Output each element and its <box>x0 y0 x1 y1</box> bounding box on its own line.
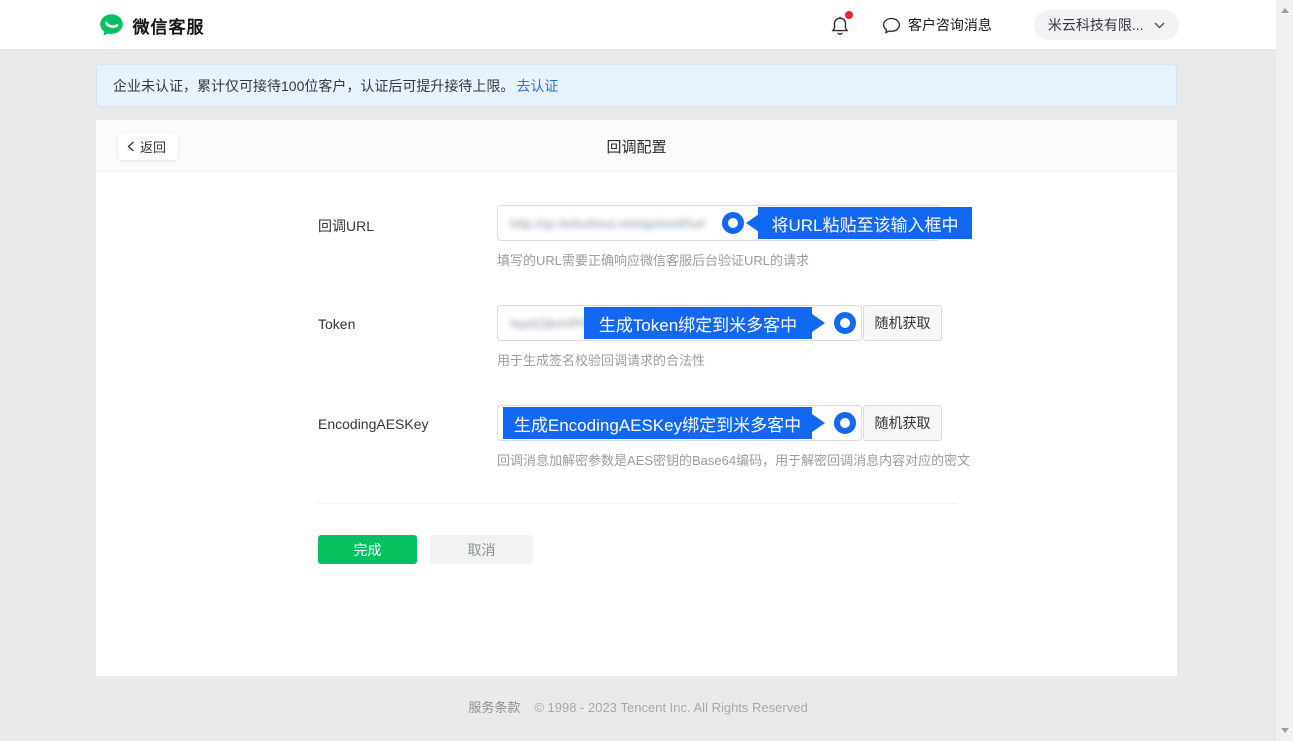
annotation-marker-icon <box>834 312 856 334</box>
go-verify-link[interactable]: 去认证 <box>516 76 558 96</box>
form-divider <box>318 503 957 504</box>
app-title: 微信客服 <box>133 13 205 38</box>
token-annotation-callout: 生成Token绑定到米多客中 <box>584 307 812 339</box>
back-label: 返回 <box>140 137 166 156</box>
chevron-down-icon <box>1154 22 1165 29</box>
verification-alert-banner: 企业未认证，累计仅可接待100位客户，认证后可提升接待上限。 去认证 <box>96 64 1177 107</box>
url-annotation-callout: 将URL粘贴至该输入框中 <box>758 207 972 239</box>
notification-bell-button[interactable] <box>829 13 851 37</box>
callback-url-help: 填写的URL需要正确响应微信客服后台验证URL的请求 <box>497 250 809 269</box>
token-random-button[interactable]: 随机获取 <box>863 305 942 341</box>
callback-config-panel: 返回 回调配置 回调URL http://qz.kefuzkeui.net/ap… <box>96 120 1177 676</box>
alert-text: 企业未认证，累计仅可接待100位客户，认证后可提升接待上限。 <box>113 76 514 96</box>
callback-url-value-blurred: http://qz.kefuzkeui.net/api/wxkf/url <box>510 216 705 231</box>
aeskey-label: EncodingAESKey <box>318 416 429 432</box>
back-button[interactable]: 返回 <box>118 133 178 160</box>
aeskey-random-button[interactable]: 随机获取 <box>863 405 942 441</box>
copyright-text: © 1998 - 2023 Tencent Inc. All Rights Re… <box>534 700 807 715</box>
company-name: 米云科技有限... <box>1048 15 1144 35</box>
customer-consult-button[interactable]: 客户咨询消息 <box>881 15 992 36</box>
aeskey-annotation-callout: 生成EncodingAESKey绑定到米多客中 <box>503 407 812 439</box>
page-content: 微信客服 <box>0 0 1276 741</box>
wechat-kf-logo-icon <box>98 12 125 39</box>
scrollbar[interactable] <box>1276 0 1293 741</box>
chevron-left-icon <box>127 141 135 152</box>
cancel-button[interactable]: 取消 <box>430 535 533 564</box>
token-label: Token <box>318 316 355 332</box>
scroll-up-icon[interactable] <box>1276 2 1293 19</box>
aeskey-help: 回调消息加解密参数是AES密钥的Base64编码，用于解密回调消息内容对应的密文 <box>497 450 970 469</box>
notification-red-dot <box>845 11 853 19</box>
token-help: 用于生成签名校验回调请求的合法性 <box>497 350 705 369</box>
terms-link[interactable]: 服务条款 <box>468 700 520 715</box>
app-logo: 微信客服 <box>98 12 205 39</box>
page-footer: 服务条款 © 1998 - 2023 Tencent Inc. All Right… <box>0 697 1276 716</box>
callout-arrow-right <box>812 314 825 332</box>
company-selector[interactable]: 米云科技有限... <box>1034 10 1179 40</box>
scroll-down-icon[interactable] <box>1276 722 1293 739</box>
top-header: 微信客服 <box>0 0 1276 50</box>
page-title: 回调配置 <box>96 120 1177 172</box>
callback-url-label: 回调URL <box>318 216 374 236</box>
submit-button[interactable]: 完成 <box>318 535 417 564</box>
annotation-marker-icon <box>722 212 744 234</box>
panel-header: 返回 回调配置 <box>96 120 1177 172</box>
callout-arrow-right <box>812 414 825 432</box>
customer-consult-label: 客户咨询消息 <box>908 15 992 35</box>
annotation-marker-icon <box>834 412 856 434</box>
chat-bubble-icon <box>881 15 902 36</box>
